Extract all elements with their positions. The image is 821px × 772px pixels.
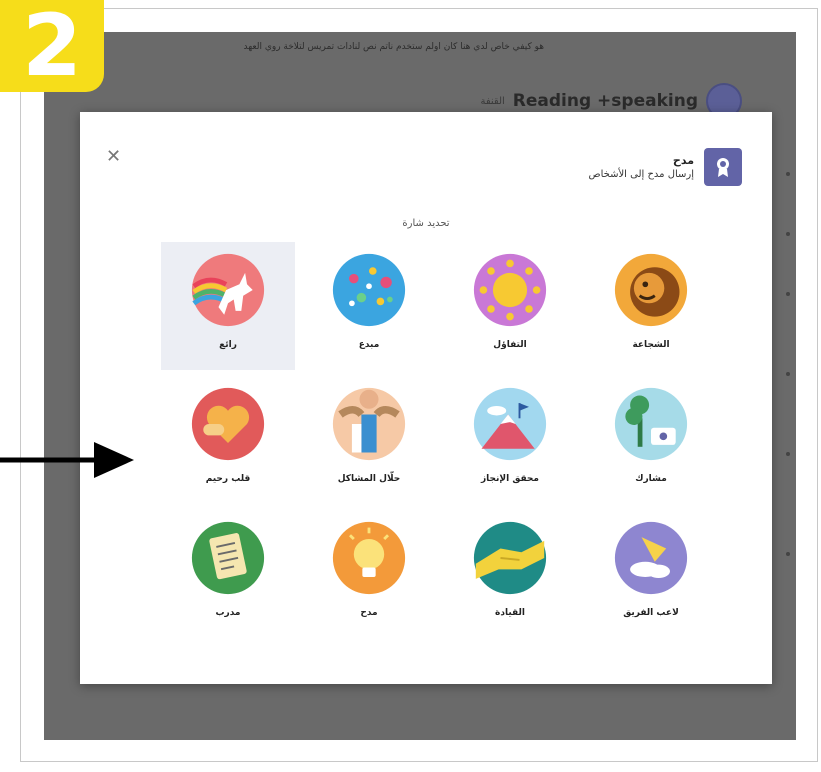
badge-team-player[interactable]: لاعب الفريق bbox=[584, 510, 718, 638]
badge-label: رائع bbox=[219, 340, 237, 350]
badge-label: مشارك bbox=[635, 474, 667, 484]
step-number-badge: 2 bbox=[0, 0, 104, 92]
step-number: 2 bbox=[22, 0, 82, 96]
heart-icon bbox=[191, 387, 265, 461]
badge-label: مدح bbox=[360, 608, 378, 618]
close-button[interactable]: ✕ bbox=[106, 146, 121, 167]
app-name: مدح bbox=[672, 154, 694, 167]
badge-label: الشجاعة bbox=[632, 340, 670, 350]
badge-problem-solver[interactable]: حلّال المشاكل bbox=[302, 376, 436, 504]
badge-grid: الشجاعة التفاؤل مبدع رائع مشارك محقق الإ… bbox=[158, 242, 718, 632]
badge-achiever[interactable]: محقق الإنجاز bbox=[443, 376, 577, 504]
problem-solver-icon bbox=[332, 387, 406, 461]
badge-coach[interactable]: مدرب bbox=[161, 510, 295, 638]
mountain-icon bbox=[473, 387, 547, 461]
badge-awesome[interactable]: رائع bbox=[161, 242, 295, 370]
pointer-arrow-icon bbox=[0, 442, 134, 478]
sun-icon bbox=[473, 253, 547, 327]
tree-icon bbox=[614, 387, 688, 461]
team-subtitle: القنفة bbox=[480, 95, 505, 107]
praise-app-icon bbox=[704, 148, 742, 186]
badge-praise[interactable]: مدح bbox=[302, 510, 436, 638]
badge-kind-heart[interactable]: قلب رحيم bbox=[161, 376, 295, 504]
badge-label: مبدع bbox=[358, 340, 380, 350]
app-header: مدح إرسال مدح إلى الأشخاص bbox=[588, 148, 742, 186]
team-player-icon bbox=[614, 521, 688, 595]
background-notice: هو كيفي خاص لدي هنا كان اولم ستخدم ناتم … bbox=[243, 42, 545, 52]
lion-icon bbox=[614, 253, 688, 327]
praise-dialog: ✕ مدح إرسال مدح إلى الأشخاص تحديد شارة ا… bbox=[80, 112, 772, 684]
badge-label: لاعب الفريق bbox=[623, 608, 679, 618]
bubbles-icon bbox=[332, 253, 406, 327]
badge-courage[interactable]: الشجاعة bbox=[584, 242, 718, 370]
badge-creative[interactable]: مبدع bbox=[302, 242, 436, 370]
team-title[interactable]: Reading +speaking bbox=[513, 91, 698, 111]
badge-engaged[interactable]: مشارك bbox=[584, 376, 718, 504]
lightbulb-icon bbox=[332, 521, 406, 595]
badge-label: حلّال المشاكل bbox=[337, 474, 401, 484]
badge-leadership[interactable]: القيادة bbox=[443, 510, 577, 638]
close-icon: ✕ bbox=[106, 146, 122, 167]
checklist-icon bbox=[191, 521, 265, 595]
app-description: إرسال مدح إلى الأشخاص bbox=[588, 169, 694, 180]
badge-label: التفاؤل bbox=[493, 340, 527, 350]
unicorn-icon bbox=[191, 253, 265, 327]
badge-label: القيادة bbox=[495, 608, 525, 618]
select-badge-label: تحديد شارة bbox=[402, 218, 450, 229]
handshake-icon bbox=[473, 521, 547, 595]
badge-label: مدرب bbox=[215, 608, 241, 618]
badge-optimism[interactable]: التفاؤل bbox=[443, 242, 577, 370]
badge-label: محقق الإنجاز bbox=[481, 474, 539, 484]
badge-label: قلب رحيم bbox=[205, 474, 251, 484]
